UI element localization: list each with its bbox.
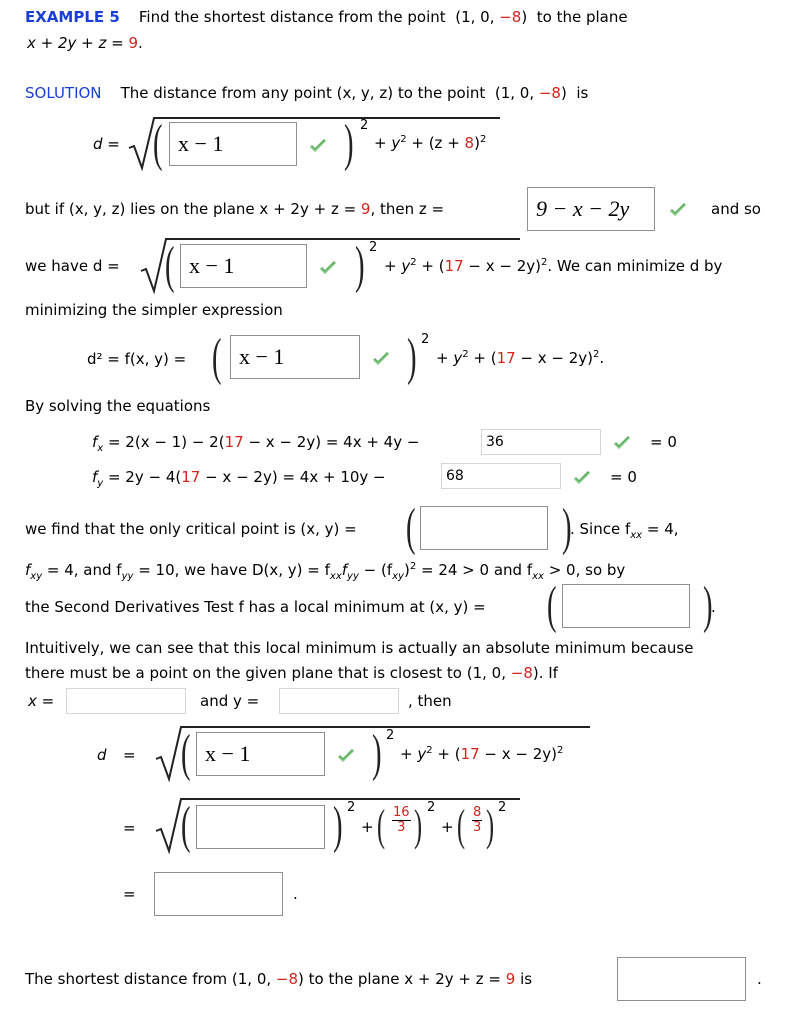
eq2-rest: + y2 + (17 − x − 2y)2. We can minimize d…	[384, 257, 723, 275]
left-paren: (	[181, 725, 191, 782]
fx-eq-zero: = 0	[650, 433, 677, 451]
left-paren: (	[457, 801, 466, 850]
plane-equation: x + 2y + z = 9.	[27, 34, 143, 52]
left-paren: (	[547, 577, 557, 634]
fx-equation: fx = 2(x − 1) − 2(17 − x − 2y) = 4x + 4y…	[92, 433, 420, 454]
fy-eq-zero: = 0	[610, 468, 637, 486]
left-paren: (	[153, 115, 163, 172]
left-paren: (	[212, 329, 222, 386]
right-paren: )	[333, 797, 343, 854]
answer-input-eq1[interactable]: x − 1	[169, 122, 297, 166]
answer-input-distance-value[interactable]	[154, 872, 283, 916]
right-paren: )	[486, 801, 495, 850]
eq4-lhs: d	[97, 746, 107, 764]
fraction-16-3: 16 3	[392, 805, 411, 835]
solution-intro: SOLUTION The distance from any point (x,…	[25, 84, 589, 102]
answer-input-local-min[interactable]	[562, 584, 690, 628]
answer-input-eq5[interactable]	[196, 805, 325, 849]
plane-substitution-text: but if (x, y, z) lies on the plane x + 2…	[25, 200, 445, 218]
since-fxx-text: . Since fxx = 4,	[570, 520, 679, 541]
minimizing-text: minimizing the simpler expression	[25, 301, 283, 319]
local-min-text: the Second Derivatives Test f has a loca…	[25, 598, 486, 616]
and-y-label: and y =	[200, 692, 260, 710]
intuitive-text-2: there must be a point on the given plane…	[25, 664, 558, 682]
right-paren: )	[355, 237, 365, 294]
check-icon	[574, 471, 590, 484]
final-statement: The shortest distance from (1, 0, −8) to…	[25, 970, 533, 988]
critical-point-text: we find that the only critical point is …	[25, 520, 357, 538]
left-paren: (	[377, 801, 386, 850]
check-icon	[338, 749, 354, 762]
check-icon	[310, 139, 326, 152]
answer-input-critical-point[interactable]	[420, 506, 548, 550]
check-icon	[614, 436, 630, 449]
problem-statement: EXAMPLE 5 Find the shortest distance fro…	[25, 8, 628, 26]
answer-input-shortest-distance[interactable]	[617, 957, 746, 1001]
and-so-text: and so	[711, 200, 761, 218]
answer-input-fy[interactable]: 68	[441, 463, 561, 489]
answer-input-eq3[interactable]: x − 1	[230, 335, 360, 379]
eq3-lhs: d² = f(x, y) =	[87, 350, 187, 368]
answer-input-z[interactable]: 9 − x − 2y	[527, 187, 655, 231]
check-icon	[320, 261, 336, 274]
x-label: x =	[28, 692, 55, 710]
fraction-8-3: 83	[472, 805, 483, 835]
intuitive-text-1: Intuitively, we can see that this local …	[25, 639, 694, 657]
fy-equation: fy = 2y − 4(17 − x − 2y) = 4x + 10y −	[92, 468, 386, 489]
solving-text: By solving the equations	[25, 397, 211, 415]
eq2-prefix: we have d =	[25, 257, 120, 275]
right-paren: )	[414, 801, 423, 850]
right-paren: )	[372, 725, 382, 782]
eq3-rest: + y2 + (17 − x − 2y)2.	[436, 349, 605, 367]
answer-input-eq4[interactable]: x − 1	[196, 732, 325, 776]
left-paren: (	[406, 499, 416, 556]
problem-text: Find the shortest distance from the poin…	[138, 8, 446, 26]
answer-input-fx[interactable]: 36	[481, 429, 601, 455]
eq1-rest: + y2 + (z + 8)2	[374, 134, 487, 152]
answer-input-eq2[interactable]: x − 1	[180, 244, 307, 288]
then-text: , then	[408, 692, 452, 710]
example-label: EXAMPLE 5	[25, 8, 120, 26]
left-paren: (	[181, 797, 191, 854]
left-paren: (	[165, 237, 175, 294]
answer-input-y[interactable]	[279, 688, 399, 714]
answer-input-x[interactable]	[66, 688, 186, 714]
eq1-lhs: d =	[93, 135, 120, 153]
right-paren: )	[344, 115, 354, 172]
right-paren: )	[407, 329, 417, 386]
second-derivatives-text: fxy = 4, and fyy = 10, we have D(x, y) =…	[25, 561, 626, 582]
check-icon	[670, 203, 686, 216]
check-icon	[373, 352, 389, 365]
eq4-rest: + y2 + (17 − x − 2y)2	[400, 745, 564, 763]
solution-label: SOLUTION	[25, 84, 102, 102]
